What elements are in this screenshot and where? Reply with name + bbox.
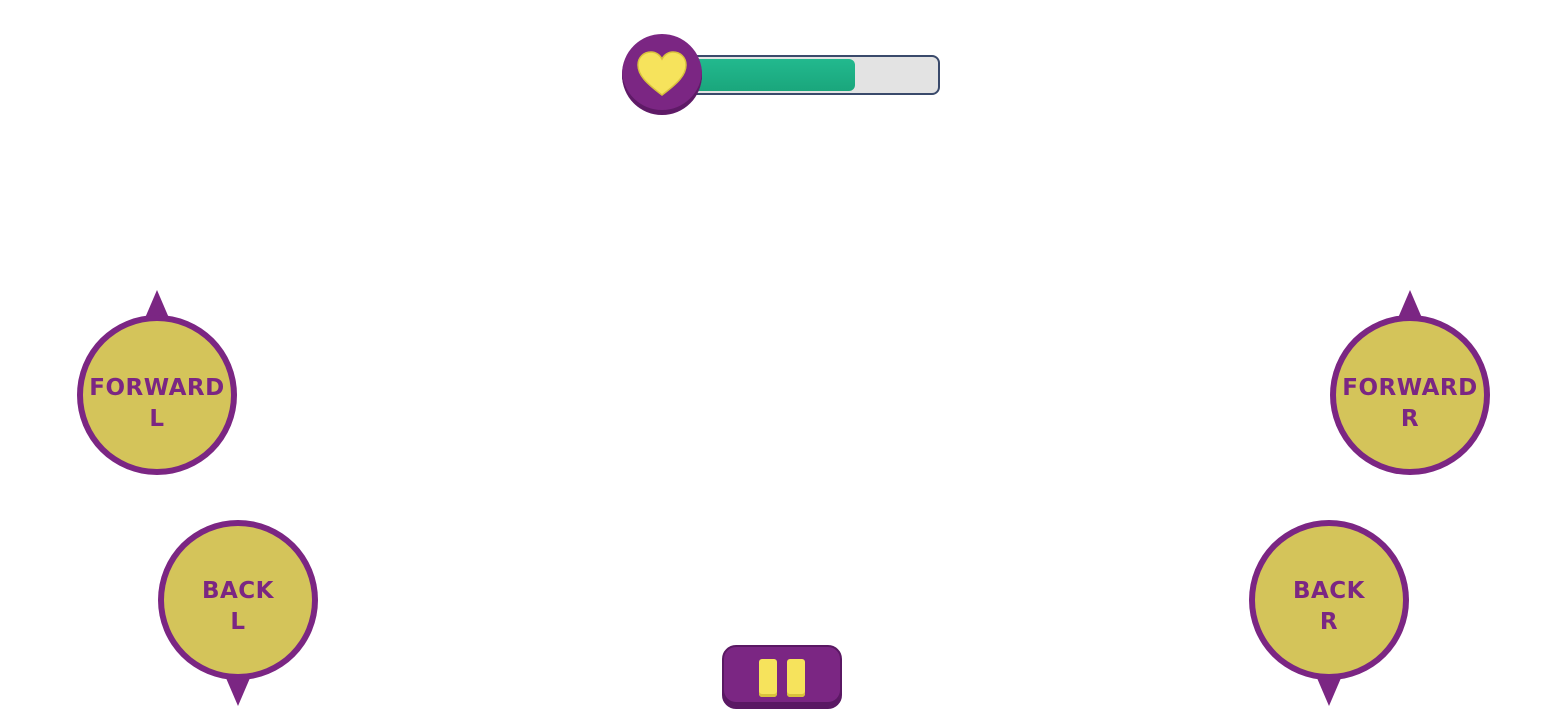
back-right-label: BACK R: [1292, 578, 1366, 635]
back-right-button[interactable]: BACK R: [1245, 516, 1413, 716]
forward-right-button[interactable]: FORWARD R: [1326, 288, 1494, 488]
forward-left-label: FORWARD L: [89, 375, 225, 432]
heart-badge: [622, 34, 702, 114]
pause-button[interactable]: [722, 645, 842, 709]
pause-bar-right: [787, 659, 805, 697]
health-bar: [620, 32, 950, 122]
forward-right-label: FORWARD R: [1342, 375, 1478, 432]
back-left-label: BACK L: [201, 578, 275, 635]
pause-bar-left: [759, 659, 777, 697]
forward-left-button[interactable]: FORWARD L: [73, 288, 241, 488]
health-bar-track: [660, 55, 940, 95]
heart-icon: [637, 51, 687, 96]
back-left-button[interactable]: BACK L: [154, 516, 322, 716]
